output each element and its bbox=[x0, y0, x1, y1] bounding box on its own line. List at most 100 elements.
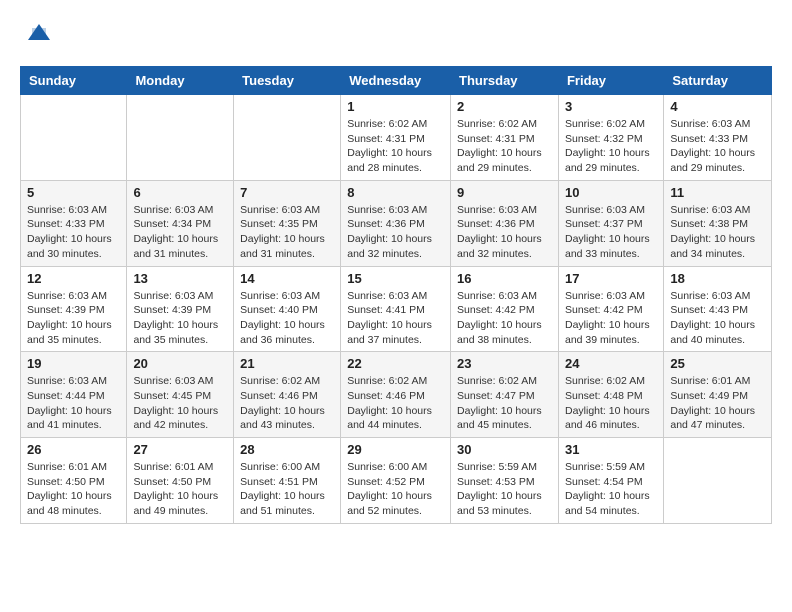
day-info: Sunrise: 6:03 AM Sunset: 4:39 PM Dayligh… bbox=[27, 289, 120, 348]
calendar-cell: 22 Sunrise: 6:02 AM Sunset: 4:46 PM Dayli… bbox=[341, 352, 451, 438]
day-number: 14 bbox=[240, 271, 334, 286]
day-info: Sunrise: 6:03 AM Sunset: 4:37 PM Dayligh… bbox=[565, 203, 657, 262]
day-info: Sunrise: 6:03 AM Sunset: 4:42 PM Dayligh… bbox=[565, 289, 657, 348]
calendar-cell: 26 Sunrise: 6:01 AM Sunset: 4:50 PM Dayli… bbox=[21, 438, 127, 524]
day-number: 23 bbox=[457, 356, 552, 371]
calendar-cell bbox=[127, 95, 234, 181]
day-number: 1 bbox=[347, 99, 444, 114]
weekday-header-friday: Friday bbox=[558, 67, 663, 95]
calendar-cell: 13 Sunrise: 6:03 AM Sunset: 4:39 PM Dayli… bbox=[127, 266, 234, 352]
calendar-cell: 21 Sunrise: 6:02 AM Sunset: 4:46 PM Dayli… bbox=[234, 352, 341, 438]
calendar-cell: 16 Sunrise: 6:03 AM Sunset: 4:42 PM Dayli… bbox=[451, 266, 559, 352]
calendar-cell: 10 Sunrise: 6:03 AM Sunset: 4:37 PM Dayli… bbox=[558, 180, 663, 266]
calendar-cell: 20Sunrise: 6:03 AM Sunset: 4:45 PM Dayli… bbox=[127, 352, 234, 438]
day-number: 19 bbox=[27, 356, 120, 371]
calendar-cell: 30 Sunrise: 5:59 AM Sunset: 4:53 PM Dayli… bbox=[451, 438, 559, 524]
day-info: Sunrise: 6:02 AM Sunset: 4:46 PM Dayligh… bbox=[347, 374, 444, 433]
calendar-cell: 15 Sunrise: 6:03 AM Sunset: 4:41 PM Dayli… bbox=[341, 266, 451, 352]
weekday-header-saturday: Saturday bbox=[664, 67, 772, 95]
day-info: Sunrise: 6:03 AM Sunset: 4:43 PM Dayligh… bbox=[670, 289, 765, 348]
day-number: 8 bbox=[347, 185, 444, 200]
calendar-cell: 31 Sunrise: 5:59 AM Sunset: 4:54 PM Dayli… bbox=[558, 438, 663, 524]
calendar-cell: 18 Sunrise: 6:03 AM Sunset: 4:43 PM Dayli… bbox=[664, 266, 772, 352]
calendar-table: SundayMondayTuesdayWednesdayThursdayFrid… bbox=[20, 66, 772, 524]
day-number: 12 bbox=[27, 271, 120, 286]
day-info: Sunrise: 6:00 AM Sunset: 4:52 PM Dayligh… bbox=[347, 460, 444, 519]
calendar-week-4: 19 Sunrise: 6:03 AM Sunset: 4:44 PM Dayli… bbox=[21, 352, 772, 438]
day-number: 28 bbox=[240, 442, 334, 457]
day-number: 27 bbox=[133, 442, 227, 457]
day-number: 31 bbox=[565, 442, 657, 457]
calendar-cell: 4 Sunrise: 6:03 AM Sunset: 4:33 PM Daylig… bbox=[664, 95, 772, 181]
day-number: 3 bbox=[565, 99, 657, 114]
day-info: Sunrise: 6:01 AM Sunset: 4:50 PM Dayligh… bbox=[133, 460, 227, 519]
day-number: 24 bbox=[565, 356, 657, 371]
day-info: Sunrise: 6:03 AM Sunset: 4:33 PM Dayligh… bbox=[670, 117, 765, 176]
calendar-cell: 12 Sunrise: 6:03 AM Sunset: 4:39 PM Dayli… bbox=[21, 266, 127, 352]
day-info: Sunrise: 6:03 AM Sunset: 4:39 PM Dayligh… bbox=[133, 289, 227, 348]
day-info: Sunrise: 6:01 AM Sunset: 4:49 PM Dayligh… bbox=[670, 374, 765, 433]
calendar-cell: 23 Sunrise: 6:02 AM Sunset: 4:47 PM Dayli… bbox=[451, 352, 559, 438]
day-number: 29 bbox=[347, 442, 444, 457]
calendar-cell bbox=[234, 95, 341, 181]
day-info: Sunrise: 6:03 AM Sunset: 4:33 PM Dayligh… bbox=[27, 203, 120, 262]
day-info: Sunrise: 6:01 AM Sunset: 4:50 PM Dayligh… bbox=[27, 460, 120, 519]
calendar-cell: 11Sunrise: 6:03 AM Sunset: 4:38 PM Dayli… bbox=[664, 180, 772, 266]
calendar-cell bbox=[21, 95, 127, 181]
day-number: 20 bbox=[133, 356, 227, 371]
day-info: Sunrise: 6:03 AM Sunset: 4:36 PM Dayligh… bbox=[457, 203, 552, 262]
day-number: 17 bbox=[565, 271, 657, 286]
calendar-cell: 1 Sunrise: 6:02 AM Sunset: 4:31 PM Daylig… bbox=[341, 95, 451, 181]
calendar-cell: 14 Sunrise: 6:03 AM Sunset: 4:40 PM Dayli… bbox=[234, 266, 341, 352]
logo bbox=[20, 20, 54, 50]
calendar-week-1: 1 Sunrise: 6:02 AM Sunset: 4:31 PM Daylig… bbox=[21, 95, 772, 181]
weekday-header-row: SundayMondayTuesdayWednesdayThursdayFrid… bbox=[21, 67, 772, 95]
day-info: Sunrise: 6:03 AM Sunset: 4:35 PM Dayligh… bbox=[240, 203, 334, 262]
day-number: 25 bbox=[670, 356, 765, 371]
calendar-cell: 27 Sunrise: 6:01 AM Sunset: 4:50 PM Dayli… bbox=[127, 438, 234, 524]
day-info: Sunrise: 6:00 AM Sunset: 4:51 PM Dayligh… bbox=[240, 460, 334, 519]
day-number: 18 bbox=[670, 271, 765, 286]
calendar-week-5: 26 Sunrise: 6:01 AM Sunset: 4:50 PM Dayli… bbox=[21, 438, 772, 524]
day-info: Sunrise: 6:03 AM Sunset: 4:38 PM Dayligh… bbox=[670, 203, 765, 262]
day-number: 13 bbox=[133, 271, 227, 286]
page-header bbox=[20, 20, 772, 50]
day-number: 10 bbox=[565, 185, 657, 200]
calendar-cell: 17 Sunrise: 6:03 AM Sunset: 4:42 PM Dayli… bbox=[558, 266, 663, 352]
day-info: Sunrise: 6:03 AM Sunset: 4:41 PM Dayligh… bbox=[347, 289, 444, 348]
calendar-cell: 28 Sunrise: 6:00 AM Sunset: 4:51 PM Dayli… bbox=[234, 438, 341, 524]
calendar-cell: 6 Sunrise: 6:03 AM Sunset: 4:34 PM Daylig… bbox=[127, 180, 234, 266]
calendar-cell: 19 Sunrise: 6:03 AM Sunset: 4:44 PM Dayli… bbox=[21, 352, 127, 438]
day-info: Sunrise: 6:03 AM Sunset: 4:34 PM Dayligh… bbox=[133, 203, 227, 262]
day-info: Sunrise: 6:03 AM Sunset: 4:42 PM Dayligh… bbox=[457, 289, 552, 348]
day-info: Sunrise: 6:02 AM Sunset: 4:47 PM Dayligh… bbox=[457, 374, 552, 433]
day-number: 7 bbox=[240, 185, 334, 200]
day-info: Sunrise: 5:59 AM Sunset: 4:53 PM Dayligh… bbox=[457, 460, 552, 519]
weekday-header-monday: Monday bbox=[127, 67, 234, 95]
calendar-cell: 29 Sunrise: 6:00 AM Sunset: 4:52 PM Dayli… bbox=[341, 438, 451, 524]
calendar-cell: 24 Sunrise: 6:02 AM Sunset: 4:48 PM Dayli… bbox=[558, 352, 663, 438]
weekday-header-sunday: Sunday bbox=[21, 67, 127, 95]
day-info: Sunrise: 6:02 AM Sunset: 4:46 PM Dayligh… bbox=[240, 374, 334, 433]
day-number: 30 bbox=[457, 442, 552, 457]
calendar-cell: 3Sunrise: 6:02 AM Sunset: 4:32 PM Daylig… bbox=[558, 95, 663, 181]
day-number: 6 bbox=[133, 185, 227, 200]
day-number: 4 bbox=[670, 99, 765, 114]
day-info: Sunrise: 5:59 AM Sunset: 4:54 PM Dayligh… bbox=[565, 460, 657, 519]
day-number: 22 bbox=[347, 356, 444, 371]
day-info: Sunrise: 6:02 AM Sunset: 4:48 PM Dayligh… bbox=[565, 374, 657, 433]
weekday-header-tuesday: Tuesday bbox=[234, 67, 341, 95]
calendar-cell: 5 Sunrise: 6:03 AM Sunset: 4:33 PM Daylig… bbox=[21, 180, 127, 266]
day-info: Sunrise: 6:03 AM Sunset: 4:40 PM Dayligh… bbox=[240, 289, 334, 348]
day-info: Sunrise: 6:02 AM Sunset: 4:31 PM Dayligh… bbox=[347, 117, 444, 176]
day-number: 21 bbox=[240, 356, 334, 371]
calendar-cell: 7 Sunrise: 6:03 AM Sunset: 4:35 PM Daylig… bbox=[234, 180, 341, 266]
day-number: 5 bbox=[27, 185, 120, 200]
calendar-week-2: 5 Sunrise: 6:03 AM Sunset: 4:33 PM Daylig… bbox=[21, 180, 772, 266]
day-number: 16 bbox=[457, 271, 552, 286]
day-number: 26 bbox=[27, 442, 120, 457]
day-number: 2 bbox=[457, 99, 552, 114]
day-info: Sunrise: 6:03 AM Sunset: 4:44 PM Dayligh… bbox=[27, 374, 120, 433]
day-number: 15 bbox=[347, 271, 444, 286]
calendar-cell: 25 Sunrise: 6:01 AM Sunset: 4:49 PM Dayli… bbox=[664, 352, 772, 438]
